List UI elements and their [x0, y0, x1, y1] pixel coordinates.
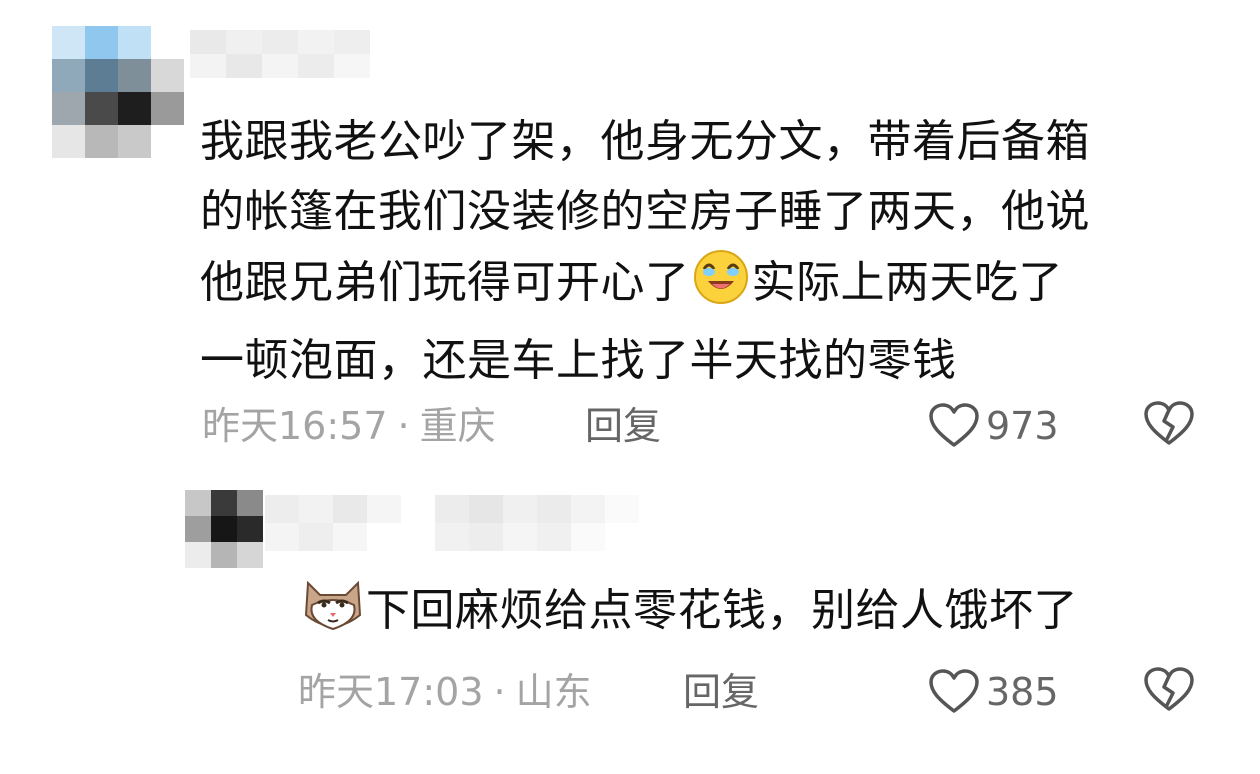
reply-button[interactable]: 回复: [585, 401, 661, 451]
like-button[interactable]: 385: [928, 667, 1059, 717]
comment-line: 他跟兄弟们玩得可开心了 实际上两天吃了: [200, 247, 1210, 326]
cat-face-emoji-icon: [302, 575, 364, 654]
avatar-blurred[interactable]: [185, 490, 263, 568]
like-button[interactable]: 973: [928, 401, 1059, 451]
broken-heart-icon: [1144, 401, 1194, 445]
comment-line-part: 下回麻烦给点零花钱，别给人饿坏了: [366, 585, 1078, 636]
meta-separator: ·: [493, 670, 506, 714]
comment-line-part: 他跟兄弟们玩得可开心了: [200, 257, 690, 308]
heart-outline-icon: [929, 403, 979, 447]
comment-body: 下回麻烦给点零花钱，别给人饿坏了: [300, 575, 1200, 654]
like-count: 973: [986, 404, 1059, 448]
dislike-button[interactable]: [1143, 401, 1195, 451]
comment-location: 重庆: [419, 404, 496, 448]
broken-heart-icon: [1144, 667, 1194, 711]
comment-body: 我跟我老公吵了架，他身无分文，带着后备箱 的帐篷在我们没装修的空房子睡了两天，他…: [200, 107, 1210, 396]
username-blurred[interactable]: [190, 30, 370, 78]
comment-meta: 昨天16:57 · 重庆: [202, 401, 496, 451]
dislike-button[interactable]: [1143, 667, 1195, 717]
comment-line: 一顿泡面，还是车上找了半天找的零钱: [200, 335, 957, 386]
comment-line: 我跟我老公吵了架，他身无分文，带着后备箱: [200, 116, 1090, 167]
avatar-blurred[interactable]: [52, 26, 184, 158]
comment-line: 的帐篷在我们没装修的空房子睡了两天，他说: [200, 186, 1090, 237]
comment-time: 昨天16:57: [202, 404, 388, 448]
heart-outline-icon: [929, 669, 979, 713]
like-count: 385: [986, 670, 1059, 714]
comment-location: 山东: [515, 670, 592, 714]
comment-meta: 昨天17:03 · 山东: [298, 667, 592, 717]
comment-line: 下回麻烦给点零花钱，别给人饿坏了: [300, 575, 1200, 654]
laugh-cry-emoji-icon: [692, 247, 750, 326]
username-blurred[interactable]: [265, 495, 639, 551]
comment-time: 昨天17:03: [298, 670, 484, 714]
meta-separator: ·: [397, 404, 410, 448]
reply-button[interactable]: 回复: [683, 667, 759, 717]
comment-line-part: 实际上两天吃了: [751, 257, 1063, 308]
